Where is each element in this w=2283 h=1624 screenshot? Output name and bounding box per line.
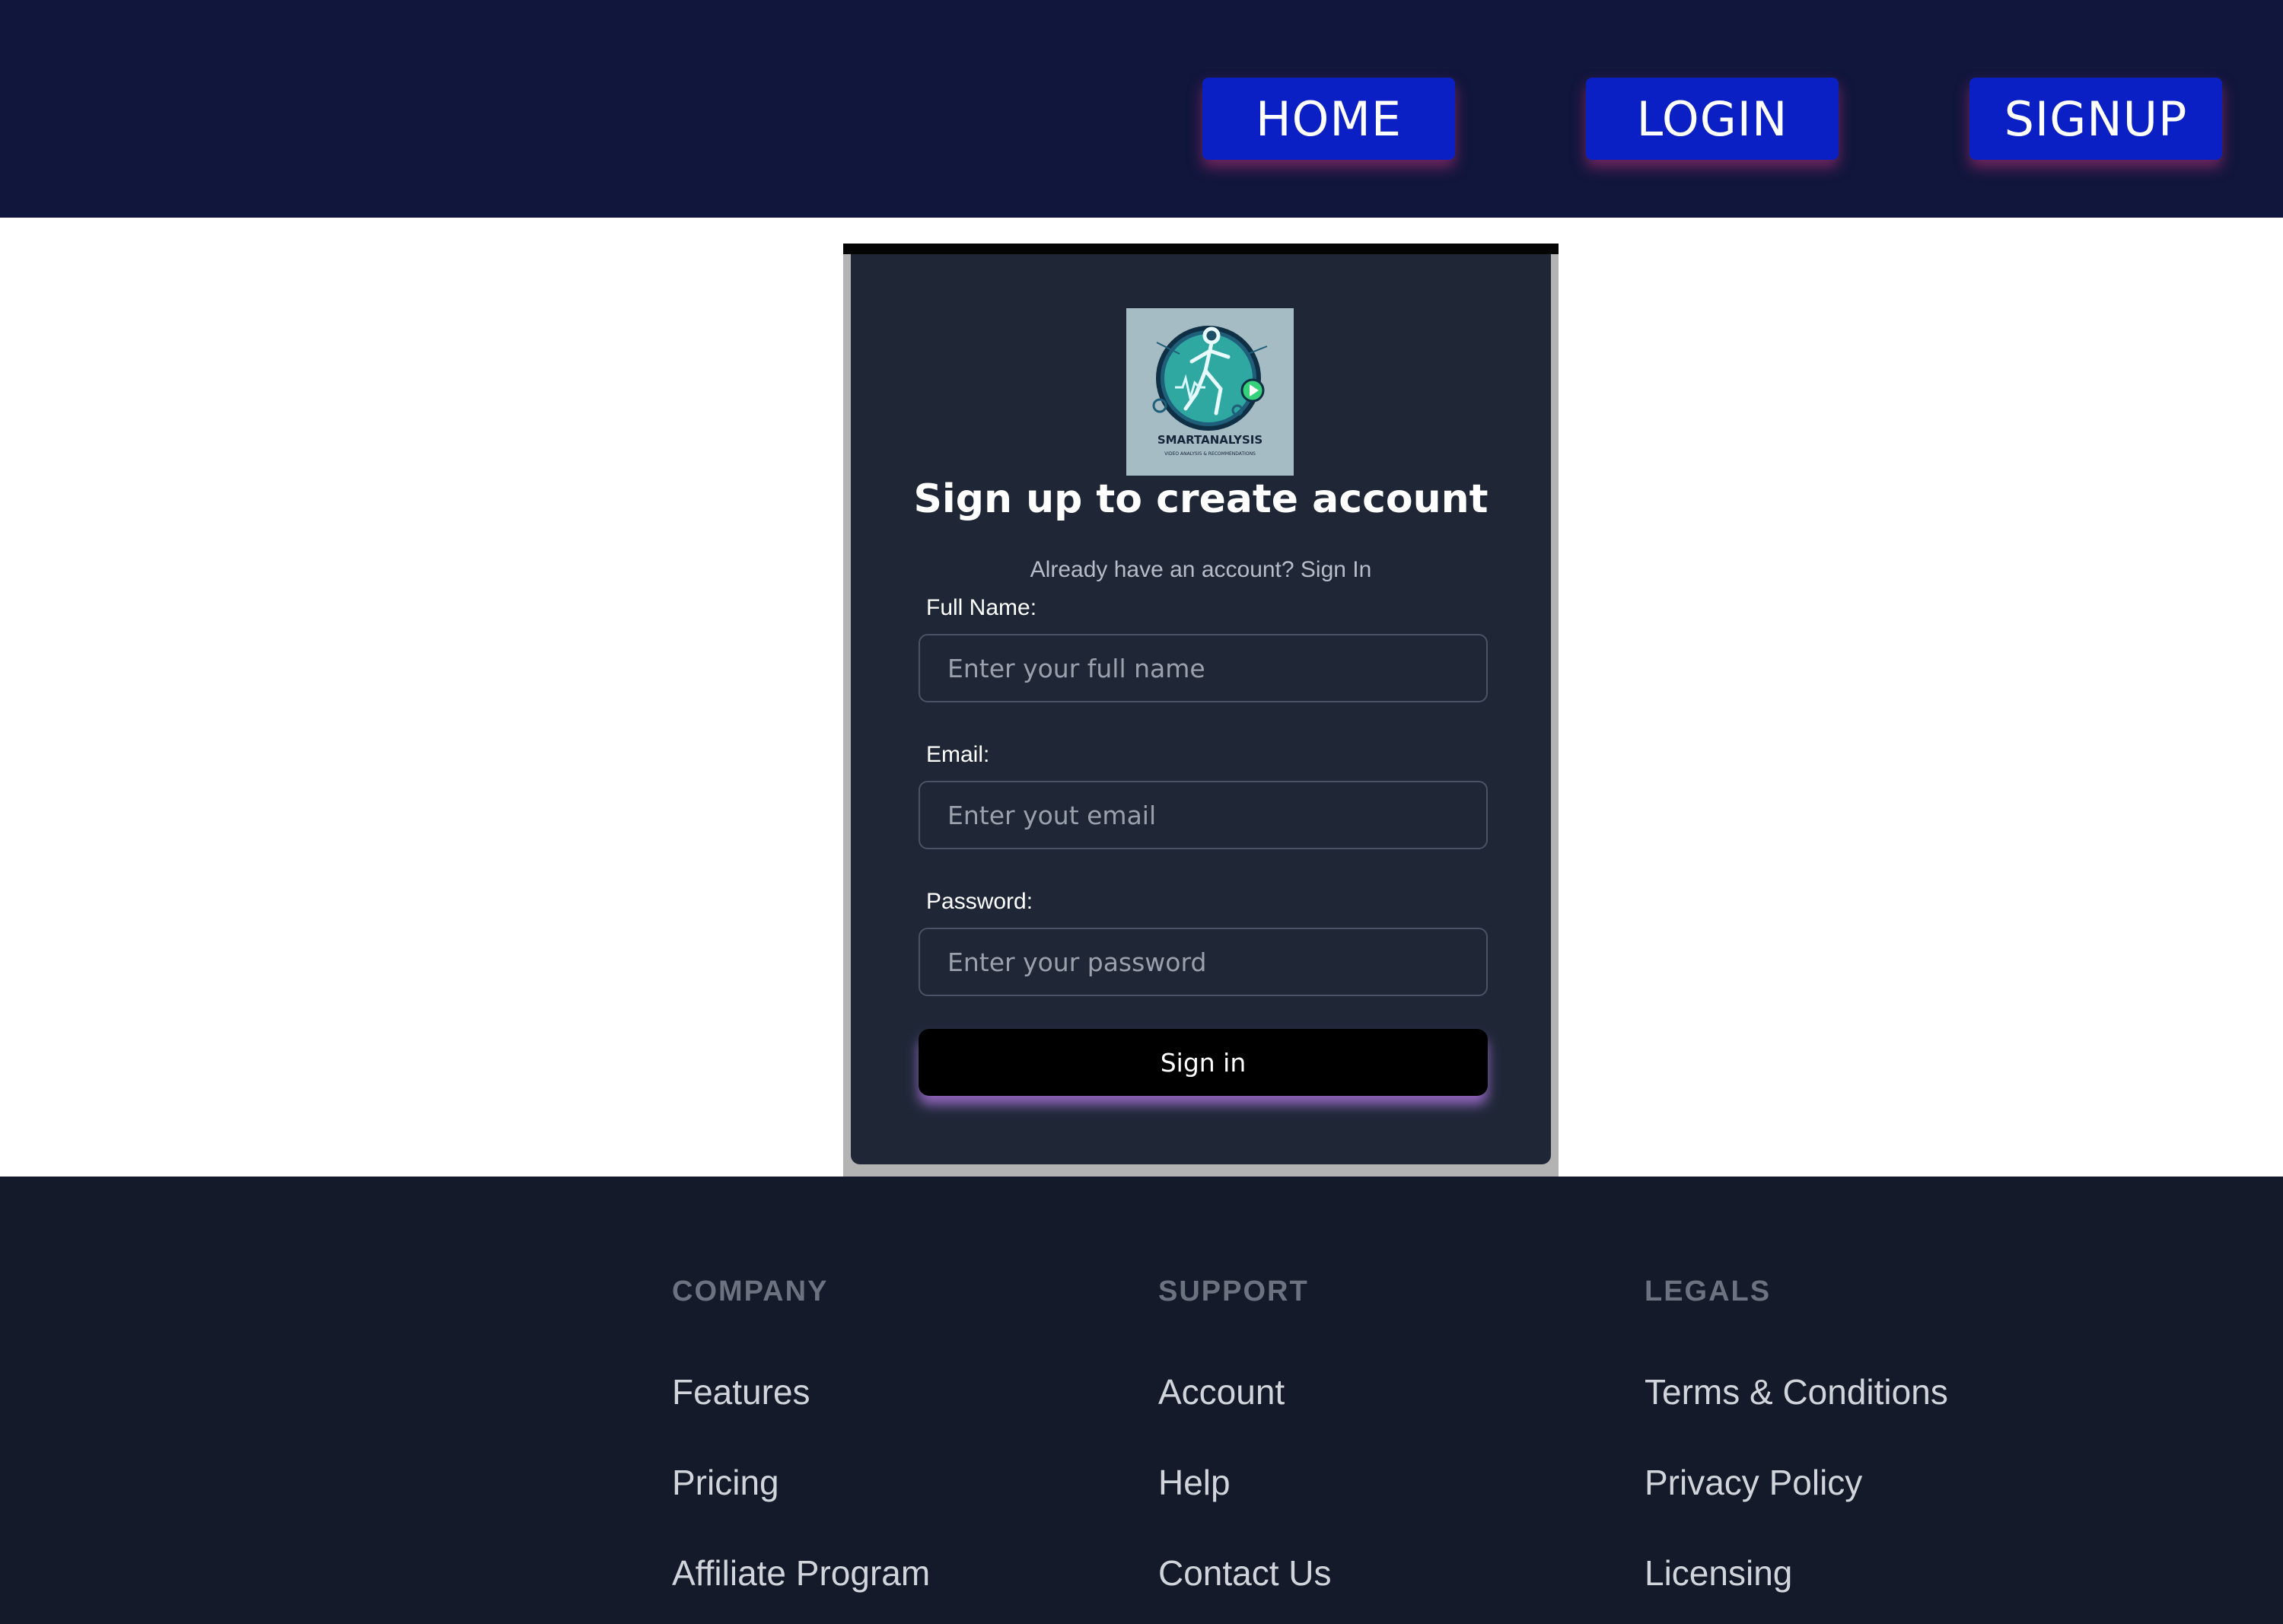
logo-graphic: SMARTANALYSIS VIDEO ANALYSIS & RECOMMEND…	[1126, 308, 1294, 476]
sign-in-link[interactable]: Sign In	[1301, 557, 1371, 582]
form-title: Sign up to create account	[913, 476, 1489, 522]
login-button[interactable]: LOGIN	[1586, 78, 1839, 160]
email-input[interactable]	[919, 781, 1488, 849]
footer-link-help[interactable]: Help	[1158, 1462, 1231, 1503]
card-top-border	[843, 244, 1559, 254]
full-name-label: Full Name:	[926, 595, 1037, 620]
signin-prompt-text: Already have an account?	[1030, 557, 1294, 582]
signup-button[interactable]: SIGNUP	[1969, 78, 2222, 160]
email-label: Email:	[926, 742, 990, 767]
home-button[interactable]: HOME	[1202, 78, 1455, 160]
footer-heading-legals: LEGALS	[1645, 1275, 1772, 1307]
footer-link-account[interactable]: Account	[1158, 1371, 1285, 1412]
logo-wordmark: SMARTANALYSIS	[1157, 433, 1262, 447]
password-input[interactable]	[919, 928, 1488, 996]
smartanalysis-logo: SMARTANALYSIS VIDEO ANALYSIS & RECOMMEND…	[1126, 308, 1294, 476]
signin-prompt: Already have an account? Sign In	[851, 557, 1551, 583]
full-name-input[interactable]	[919, 634, 1488, 702]
footer-link-licensing[interactable]: Licensing	[1645, 1552, 1792, 1594]
footer-link-features[interactable]: Features	[672, 1371, 810, 1412]
password-label: Password:	[926, 889, 1033, 914]
signup-card-frame: SMARTANALYSIS VIDEO ANALYSIS & RECOMMEND…	[843, 244, 1559, 1177]
footer-link-contact-us[interactable]: Contact Us	[1158, 1552, 1332, 1594]
footer-link-pricing[interactable]: Pricing	[672, 1462, 779, 1503]
top-navbar: HOME LOGIN SIGNUP	[0, 0, 2283, 218]
site-footer: COMPANY Features Pricing Affiliate Progr…	[0, 1177, 2283, 1624]
footer-link-privacy-policy[interactable]: Privacy Policy	[1645, 1462, 1862, 1503]
logo-tagline: VIDEO ANALYSIS & RECOMMENDATIONS	[1164, 451, 1256, 457]
footer-link-terms[interactable]: Terms & Conditions	[1645, 1371, 1948, 1412]
signup-card: SMARTANALYSIS VIDEO ANALYSIS & RECOMMEND…	[851, 254, 1551, 1164]
footer-link-affiliate-program[interactable]: Affiliate Program	[672, 1552, 930, 1594]
footer-heading-support: SUPPORT	[1158, 1275, 1309, 1307]
footer-heading-company: COMPANY	[672, 1275, 829, 1307]
sign-in-button[interactable]: Sign in	[919, 1029, 1488, 1096]
